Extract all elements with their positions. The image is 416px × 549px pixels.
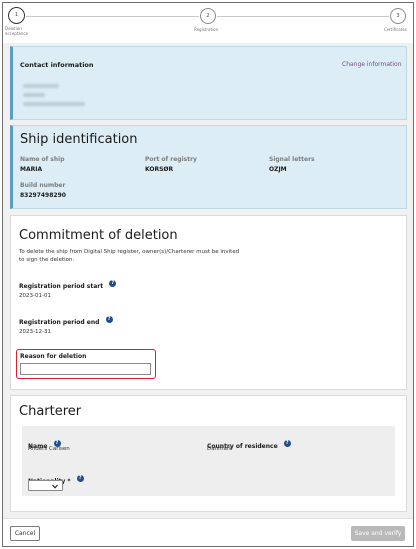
step-1-label: Deletion acceptance	[5, 26, 29, 36]
step-3-circle: 3	[390, 8, 406, 24]
reason-for-deletion-label: Reason for deletion	[20, 353, 87, 360]
change-information-link[interactable]: Change information	[342, 61, 402, 68]
period-end-label: Registration period end	[19, 319, 100, 326]
ship-identification-title: Ship identification	[20, 132, 138, 147]
commitment-description: To delete the ship from Digital Ship reg…	[19, 249, 240, 263]
country-of-residence-value: Danmark	[207, 446, 233, 452]
contact-information-panel: Contact information Change information	[10, 46, 407, 120]
help-icon[interactable]: ?	[283, 440, 291, 447]
help-icon[interactable]: ?	[76, 475, 84, 482]
signal-letters-label: Signal letters	[269, 156, 315, 163]
commitment-title: Commitment of deletion	[19, 228, 178, 243]
redacted-contact-email	[23, 102, 85, 106]
period-start-label-row: Registration period start ?	[19, 273, 117, 292]
charterer-panel: Charterer Name ? Anders Carlsen Country …	[10, 395, 407, 512]
step-3-number: 3	[396, 13, 400, 19]
chevron-down-icon	[52, 484, 58, 489]
redacted-contact-name	[23, 84, 59, 88]
charterer-name-value: Anders Carlsen	[28, 446, 70, 452]
contact-information-title: Contact information	[20, 61, 94, 69]
period-end-label-row: Registration period end ?	[19, 309, 113, 328]
reason-for-deletion-input[interactable]	[20, 363, 151, 375]
period-start-value: 2023-01-01	[19, 293, 51, 299]
commitment-of-deletion-panel: Commitment of deletion To delete the shi…	[10, 215, 407, 390]
stepper-line	[217, 16, 389, 17]
help-icon[interactable]: ?	[105, 316, 113, 323]
progress-stepper: 1 Deletion acceptance 2 Registration 3 C…	[3, 3, 413, 43]
cancel-button[interactable]: Cancel	[10, 526, 40, 541]
help-icon[interactable]: ?	[109, 280, 117, 287]
reason-highlight: Reason for deletion	[16, 349, 156, 379]
build-number-value: 83297498290	[20, 192, 66, 199]
name-of-ship-value: MARIA	[20, 166, 43, 173]
ship-identification-panel: Ship identification Name of ship MARIA P…	[10, 125, 407, 209]
step-1-circle: 1	[8, 7, 25, 24]
redacted-contact-phone	[23, 93, 45, 97]
save-and-verify-button[interactable]: Save and verify	[351, 526, 405, 541]
build-number-label: Build number	[20, 182, 66, 189]
page-frame: 1 Deletion acceptance 2 Registration 3 C…	[2, 2, 414, 547]
step-2-circle: 2	[200, 8, 216, 24]
step-1-number: 1	[14, 12, 19, 18]
port-of-registry-value: KORSØR	[145, 166, 174, 173]
charterer-details: Name ? Anders Carlsen Country of residen…	[22, 426, 395, 496]
nationality-select[interactable]	[28, 480, 63, 491]
signal-letters-value: OZJM	[269, 166, 287, 173]
period-start-label: Registration period start	[19, 283, 104, 290]
period-end-value: 2023-12-31	[19, 329, 51, 335]
name-of-ship-label: Name of ship	[20, 156, 65, 163]
step-2-number: 2	[206, 13, 210, 19]
step-2-label: Registration	[194, 27, 219, 32]
stepper-line	[26, 16, 199, 17]
port-of-registry-label: Port of registry	[145, 156, 197, 163]
step-3-label: Certificates	[384, 27, 407, 32]
footer-bar: Cancel Save and verify	[3, 518, 413, 546]
charterer-title: Charterer	[19, 404, 82, 419]
